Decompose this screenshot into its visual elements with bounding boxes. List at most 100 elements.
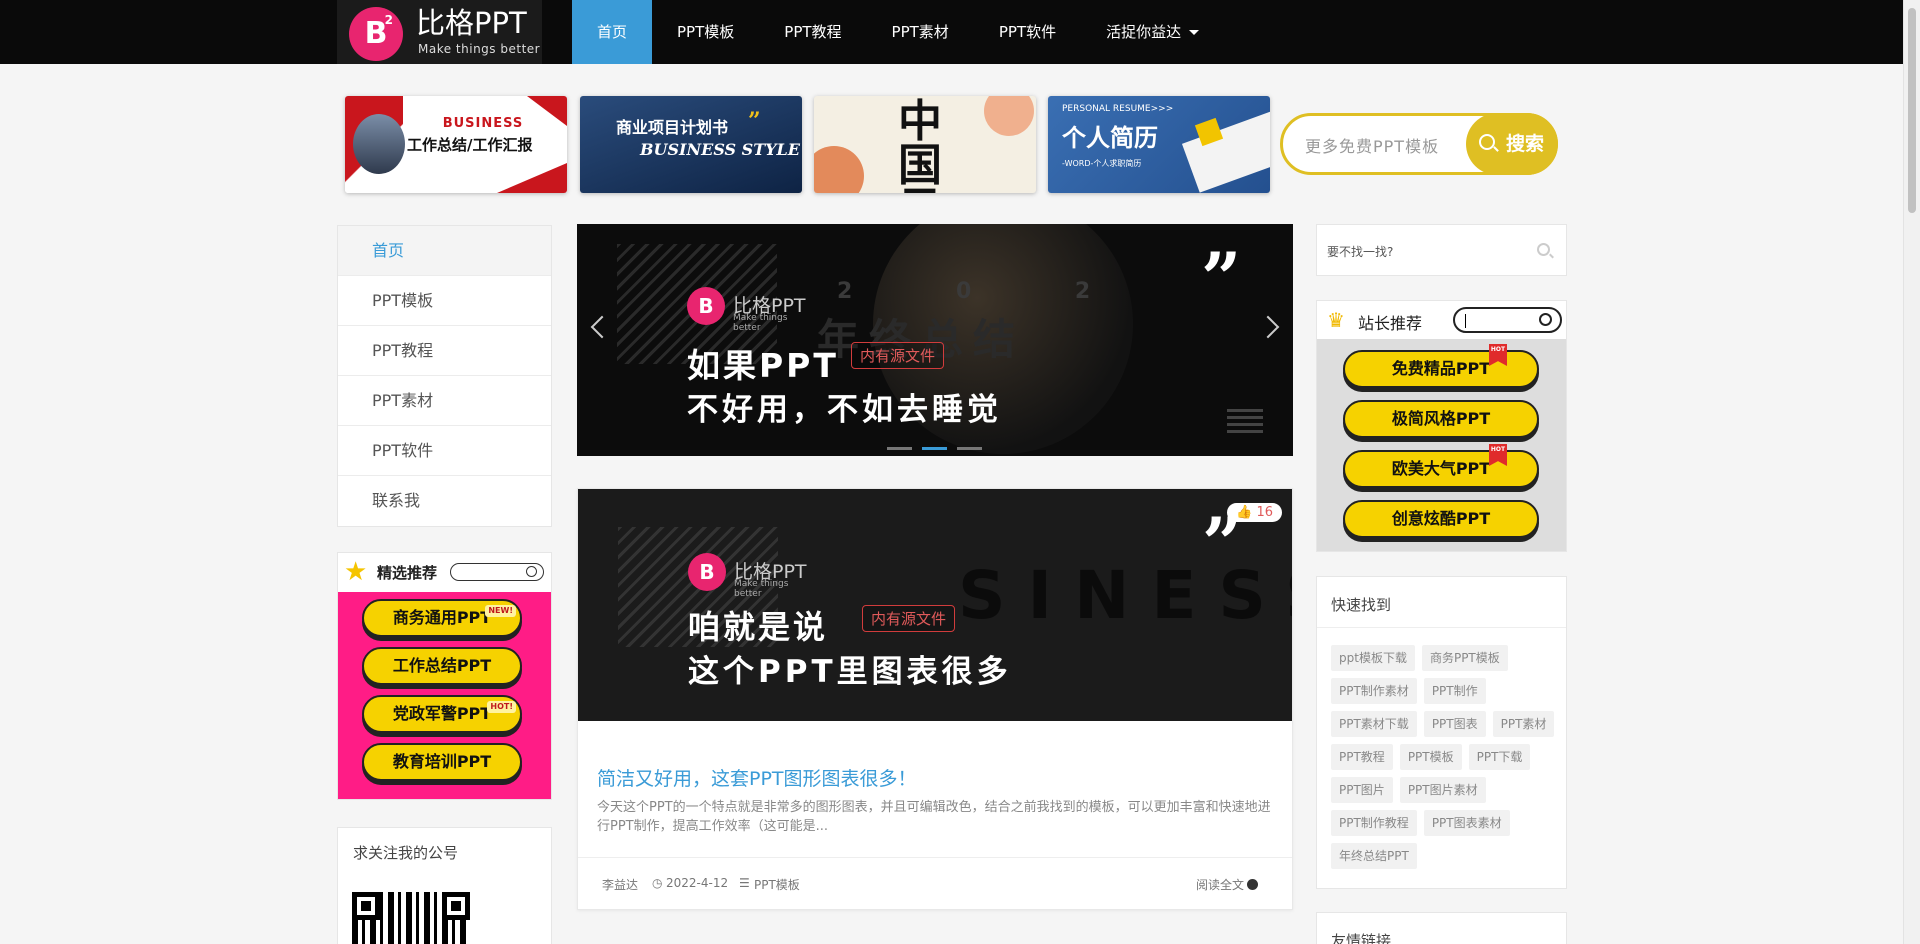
left-menu-ppt-tutorials[interactable]: PPT教程: [338, 326, 551, 376]
quick-find-title: 快速找到: [1331, 596, 1392, 614]
tag-chip[interactable]: ppt模板下载: [1331, 645, 1415, 671]
featured-business-button[interactable]: 商务通用PPT NEW!: [362, 599, 522, 637]
star-icon: ★: [344, 557, 368, 587]
tag-chip[interactable]: PPT图表素材: [1423, 810, 1510, 836]
tag-chip[interactable]: PPT图表: [1423, 711, 1486, 737]
post-cover-line-1: 咱就是说: [688, 608, 829, 646]
carousel-dot[interactable]: [887, 447, 912, 450]
tag-chip[interactable]: PPT图片: [1331, 777, 1393, 803]
admin-western-button[interactable]: 欧美大气PPT HOT: [1343, 444, 1539, 488]
button-label: 工作总结PPT: [392, 656, 492, 675]
tag-chip[interactable]: 商务PPT模板: [1421, 645, 1508, 671]
button-label: 免费精品PPT: [1391, 359, 1491, 378]
tag-chip[interactable]: PPT下载: [1468, 744, 1531, 770]
search-icon: [1539, 313, 1552, 326]
admin-minimal-button[interactable]: 极简风格PPT: [1343, 400, 1539, 438]
admin-creative-button[interactable]: 创意炫酷PPT: [1343, 500, 1539, 538]
hero-brand-slogan: Make things better: [733, 313, 788, 333]
tag-chip[interactable]: PPT制作素材: [1331, 678, 1417, 704]
tag-chip[interactable]: PPT素材下载: [1331, 711, 1417, 737]
divider: [1317, 627, 1566, 628]
hero-carousel[interactable]: 2 0 2 年终总结 B 比格PPT Make things better 如果…: [577, 224, 1293, 456]
left-menu-ppt-templates[interactable]: PPT模板: [338, 276, 551, 326]
tag-chip[interactable]: PPT制作: [1423, 678, 1486, 704]
nav-item-ppt-templates[interactable]: PPT模板: [652, 0, 759, 64]
like-count: 16: [1256, 505, 1273, 520]
post-meta: 李益达 ◷ 2022-4-12 ☰ PPT模板 阅读全文: [578, 857, 1292, 909]
brand-badge-icon: B: [687, 287, 725, 325]
tag-chip[interactable]: PPT模板: [1399, 744, 1462, 770]
thumb-title: 商业项目计划书: [616, 118, 729, 137]
thumb-subtitle: -WORD-个人求职简历: [1062, 159, 1142, 168]
admin-recommend-header: ♛ 站长推荐: [1317, 301, 1566, 339]
post-category[interactable]: PPT模板: [754, 876, 800, 893]
thumb-chinese-style[interactable]: 中国风: [814, 96, 1036, 193]
template-search-input[interactable]: 更多免费PPT模板: [1305, 133, 1439, 157]
thumb-heading: BUSINESS: [442, 116, 524, 131]
post-cover-image[interactable]: SINESS B 比格PPT Make things better 咱就是说 内…: [578, 489, 1292, 721]
nav-item-ppt-materials[interactable]: PPT素材: [867, 0, 974, 64]
post-card: SINESS B 比格PPT Make things better 咱就是说 内…: [577, 488, 1293, 910]
admin-search-input[interactable]: [1453, 307, 1562, 333]
quote-icon: ”: [1201, 237, 1242, 320]
carousel-dot[interactable]: [957, 447, 982, 450]
search-icon: [1479, 134, 1495, 150]
thumb-resume[interactable]: PERSONAL RESUME>>> 个人简历 -WORD-个人求职简历: [1048, 96, 1270, 193]
search-icon: [526, 566, 537, 577]
featured-header: ★ 精选推荐: [338, 553, 551, 592]
carousel-dot-active[interactable]: [922, 447, 947, 450]
thumb-kicker: PERSONAL RESUME>>>: [1062, 104, 1174, 114]
thumb-decoration: [497, 163, 567, 193]
site-logo[interactable]: B2 比格PPT Make things better: [337, 0, 542, 64]
new-badge: NEW!: [485, 605, 516, 617]
logo-badge-icon: B2: [349, 7, 403, 61]
featured-work-summary-button[interactable]: 工作总结PPT: [362, 647, 522, 685]
left-menu-contact[interactable]: 联系我: [338, 476, 551, 526]
page-scrollbar[interactable]: [1903, 0, 1920, 944]
tag-chip[interactable]: 年终总结PPT: [1331, 843, 1417, 869]
hero-ghost-number: 2 0 2: [837, 279, 1139, 304]
nav-item-ppt-software[interactable]: PPT软件: [974, 0, 1081, 64]
carousel-next-arrow-icon[interactable]: [1256, 315, 1280, 339]
brand-badge-icon: B: [688, 553, 726, 591]
like-button[interactable]: 👍 16: [1227, 503, 1282, 522]
post-title[interactable]: 简洁又好用，这套PPT图形图表很多！: [597, 764, 917, 791]
tag-chip[interactable]: PPT教程: [1331, 744, 1393, 770]
follow-widget: 求关注我的公号: [337, 827, 552, 944]
nav-item-user-menu[interactable]: 活捉你益达: [1081, 0, 1224, 64]
admin-free-premium-button[interactable]: 免费精品PPT HOT: [1343, 344, 1539, 388]
arrow-circle-icon: [1247, 879, 1258, 890]
read-more-link[interactable]: 阅读全文: [1196, 876, 1258, 893]
tag-chip[interactable]: PPT制作教程: [1331, 810, 1417, 836]
post-author[interactable]: 李益达: [602, 876, 638, 893]
sidebar-search-input[interactable]: 要不找一找?: [1327, 243, 1393, 260]
featured-education-button[interactable]: 教育培训PPT: [362, 743, 522, 781]
thumbs-up-icon: 👍: [1236, 505, 1257, 520]
post-brand-slogan: Make things better: [734, 579, 789, 599]
featured-party-govt-button[interactable]: 党政军警PPT HOT!: [362, 695, 522, 733]
featured-title: 精选推荐: [377, 564, 438, 582]
main-nav: 首页 PPT模板 PPT教程 PPT素材 PPT软件 活捉你益达: [572, 0, 1224, 64]
post-excerpt: 今天这个PPT的一个特点就是非常多的图形图表，并且可编辑改色，结合之前我找到的模…: [597, 800, 1271, 834]
nav-item-home[interactable]: 首页: [572, 0, 653, 64]
qr-code-image: [352, 892, 470, 944]
left-menu-ppt-software[interactable]: PPT软件: [338, 426, 551, 476]
nav-item-ppt-tutorials[interactable]: PPT教程: [759, 0, 866, 64]
left-menu-home[interactable]: 首页: [338, 226, 551, 276]
thumb-business-plan[interactable]: 商业项目计划书 ” BUSINESS STYLE: [580, 96, 802, 193]
left-menu-ppt-materials[interactable]: PPT素材: [338, 376, 551, 426]
post-date: 2022-4-12: [666, 876, 729, 890]
tag-chip[interactable]: PPT素材: [1492, 711, 1555, 737]
tag-cloud: ppt模板下载 商务PPT模板 PPT制作素材 PPT制作 PPT素材下载 PP…: [1331, 645, 1561, 869]
search-icon[interactable]: [1537, 243, 1550, 256]
scrollbar-thumb[interactable]: [1908, 8, 1916, 213]
thumb-work-summary[interactable]: BUSINESS 工作总结/工作汇报: [345, 96, 567, 193]
tag-chip[interactable]: PPT图片素材: [1399, 777, 1486, 803]
post-brand: B 比格PPT Make things better: [688, 553, 807, 599]
resume-paper-image: [1181, 111, 1270, 193]
friend-links-widget: 友情链接: [1316, 912, 1567, 944]
flower-decoration: [814, 146, 864, 193]
carousel-prev-arrow-icon[interactable]: [590, 315, 614, 339]
featured-search-input[interactable]: [450, 563, 544, 581]
template-search-button[interactable]: 搜索: [1466, 113, 1558, 175]
